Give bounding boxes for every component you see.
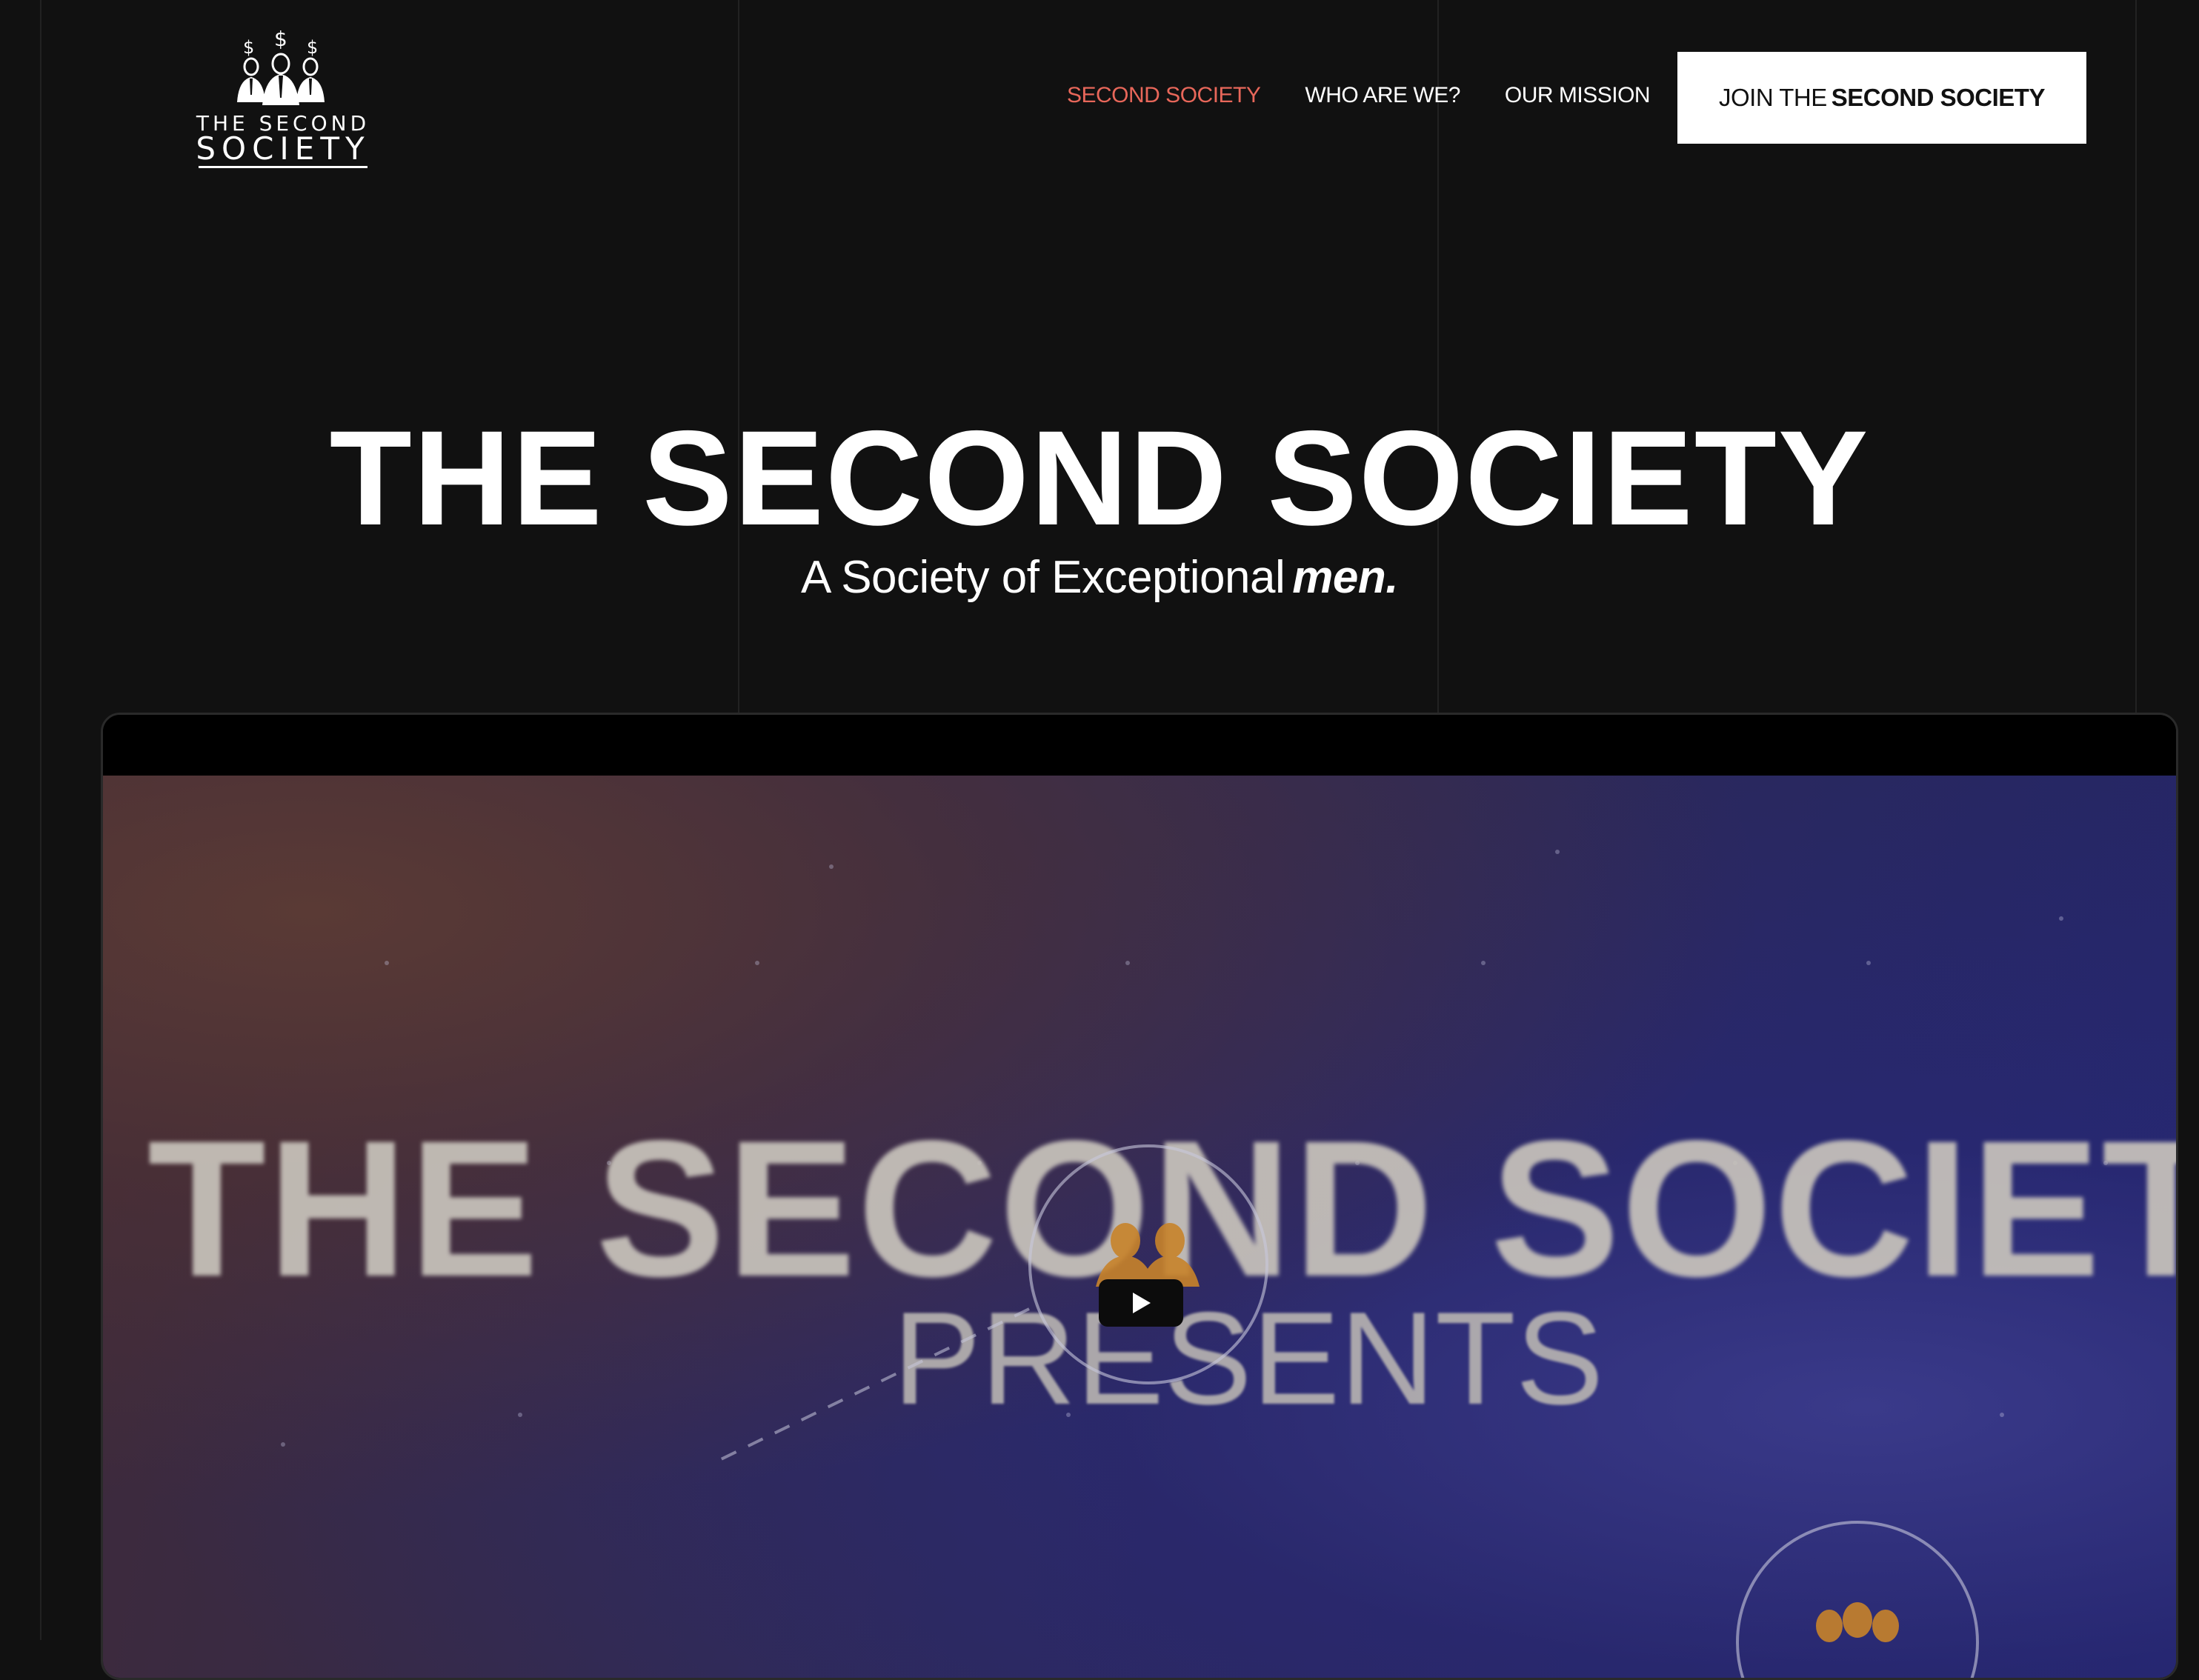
nav-link-second-society[interactable]: SECOND SOCIETY	[1067, 83, 1261, 108]
logo-underline	[199, 166, 367, 168]
site-logo[interactable]: $ $ $ THE SECOND SOCIETY	[196, 28, 370, 173]
gridline	[2135, 0, 2137, 716]
gridline	[738, 0, 739, 716]
join-button-prefix: JOIN THE	[1719, 84, 1827, 111]
gridline	[40, 0, 41, 1640]
hero-subtitle: A Society of Exceptional men.	[0, 548, 2199, 607]
logo-mark-icon: $ $ $	[237, 28, 325, 105]
join-button[interactable]: JOIN THE SECOND SOCIETY	[1677, 52, 2086, 144]
play-icon	[1133, 1293, 1151, 1313]
svg-text:$: $	[274, 28, 287, 51]
hero-subtitle-emphasis: men.	[1292, 552, 1398, 603]
thumbnail-overlay-graphics	[716, 1144, 1979, 1678]
nav-link-who-are-we[interactable]: WHO ARE WE?	[1305, 83, 1460, 108]
hero-subtitle-text: A Society of Exceptional	[801, 552, 1285, 603]
video-top-bar	[103, 715, 2176, 776]
hero-title: THE SECOND SOCIETY	[329, 402, 1870, 553]
svg-text:$: $	[243, 37, 254, 58]
svg-text:$: $	[307, 37, 318, 58]
video-thumbnail: THE SECOND SOCIETY PRESENTS	[103, 776, 2176, 1678]
logo-text-line2: SOCIETY	[196, 130, 370, 167]
main-nav: SECOND SOCIETY WHO ARE WE? OUR MISSION	[1067, 83, 1651, 108]
video-player[interactable]: THE SECOND SOCIETY PRESENTS	[101, 713, 2178, 1680]
nav-link-our-mission[interactable]: OUR MISSION	[1505, 83, 1651, 108]
join-button-bold: SECOND SOCIETY	[1831, 84, 2046, 111]
play-button[interactable]	[1099, 1279, 1183, 1327]
